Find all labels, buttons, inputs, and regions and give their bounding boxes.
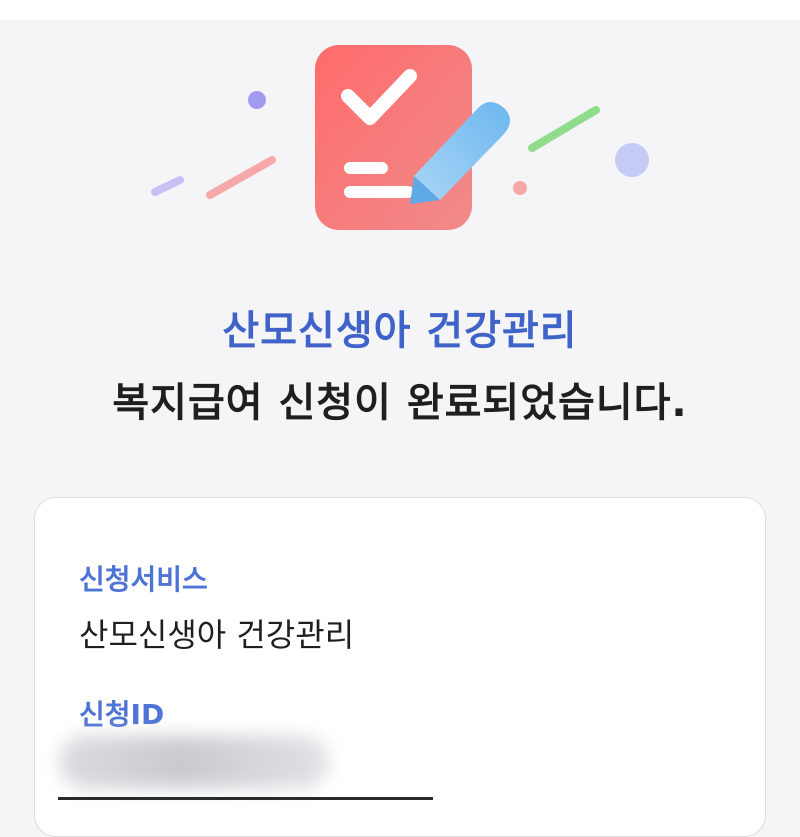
confetti-line [206,156,276,199]
completion-message: 복지급여 신청이 완료되었습니다. [112,380,688,426]
checklist-with-pen-icon [151,45,649,230]
application-result-card: 신청서비스 산모신생아 건강관리 신청ID [34,497,766,837]
confetti-line [528,106,600,152]
service-title: 산모신생아 건강관리 [222,308,578,354]
confetti-dot [615,143,649,177]
application-id-label: 신청ID [79,698,165,731]
confetti-dot [248,91,266,109]
service-label: 신청서비스 [79,563,208,596]
document-shape [315,45,472,230]
confetti-dot [513,181,527,195]
hero-illustration [0,0,800,260]
service-value: 산모신생아 건강관리 [79,616,355,654]
confetti-line [151,176,184,196]
application-id-value-redacted [59,736,329,788]
